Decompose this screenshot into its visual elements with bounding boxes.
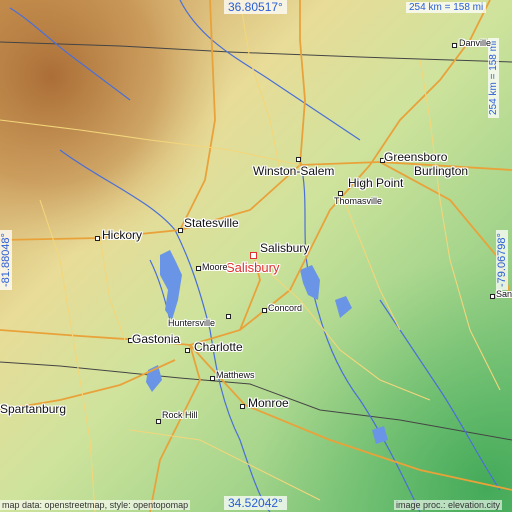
city-label-matthews: Matthews bbox=[216, 370, 255, 380]
target-city-label: Salisbury bbox=[226, 260, 280, 275]
target-marker[interactable] bbox=[250, 252, 257, 259]
city-marker-danville bbox=[452, 43, 457, 48]
city-label-rock-hill: Rock Hill bbox=[162, 410, 198, 420]
city-marker-huntersville bbox=[226, 314, 231, 319]
city-label-high-point: High Point bbox=[348, 176, 404, 190]
city-marker-san bbox=[490, 294, 495, 299]
right-longitude-label: -79.06798° bbox=[496, 230, 508, 290]
top-latitude-label: 36.80517° bbox=[224, 0, 287, 14]
city-label-huntersville: Huntersville bbox=[168, 318, 216, 328]
city-label-hickory: Hickory bbox=[102, 228, 143, 242]
city-label-charlotte: Charlotte bbox=[194, 340, 243, 354]
city-label-danville: Danville bbox=[459, 38, 492, 48]
left-longitude-label: -81.88048° bbox=[0, 230, 12, 290]
city-label-monroe: Monroe bbox=[248, 396, 289, 410]
city-label-spartanburg: Spartanburg bbox=[0, 402, 67, 416]
city-marker-winston-salem bbox=[296, 157, 301, 162]
city-label-winston-salem: Winston-Salem bbox=[253, 164, 335, 178]
city-label-moore: Moore bbox=[202, 262, 228, 272]
scale-vertical: 254 km = 158 mi bbox=[488, 37, 499, 118]
city-label-concord: Concord bbox=[268, 303, 303, 313]
city-label-gastonia: Gastonia bbox=[132, 332, 181, 346]
attribution-left: map data: openstreetmap, style: opentopo… bbox=[0, 500, 191, 510]
city-marker-monroe bbox=[240, 404, 245, 409]
city-label-salisbury-other: Salisbury bbox=[260, 241, 310, 255]
city-label-san: San bbox=[496, 289, 512, 299]
city-marker-statesville bbox=[178, 228, 183, 233]
city-label-thomasville: Thomasville bbox=[334, 196, 383, 206]
city-marker-matthews bbox=[210, 376, 215, 381]
city-label-statesville: Statesville bbox=[184, 216, 239, 230]
city-marker-rock-hill bbox=[156, 419, 161, 424]
city-marker-charlotte bbox=[185, 348, 190, 353]
scale-horizontal: 254 km = 158 mi bbox=[406, 2, 487, 13]
city-label-burlington: Burlington bbox=[414, 164, 469, 178]
city-marker-concord bbox=[262, 308, 267, 313]
city-label-greensboro: Greensboro bbox=[384, 150, 448, 164]
bottom-latitude-label: 34.52042° bbox=[224, 496, 287, 510]
map-view[interactable]: 36.80517° 34.52042° -81.88048° -79.06798… bbox=[0, 0, 512, 512]
attribution-right: image proc.: elevation.city bbox=[394, 500, 503, 510]
city-marker-moore bbox=[196, 266, 201, 271]
city-marker-hickory bbox=[95, 236, 100, 241]
